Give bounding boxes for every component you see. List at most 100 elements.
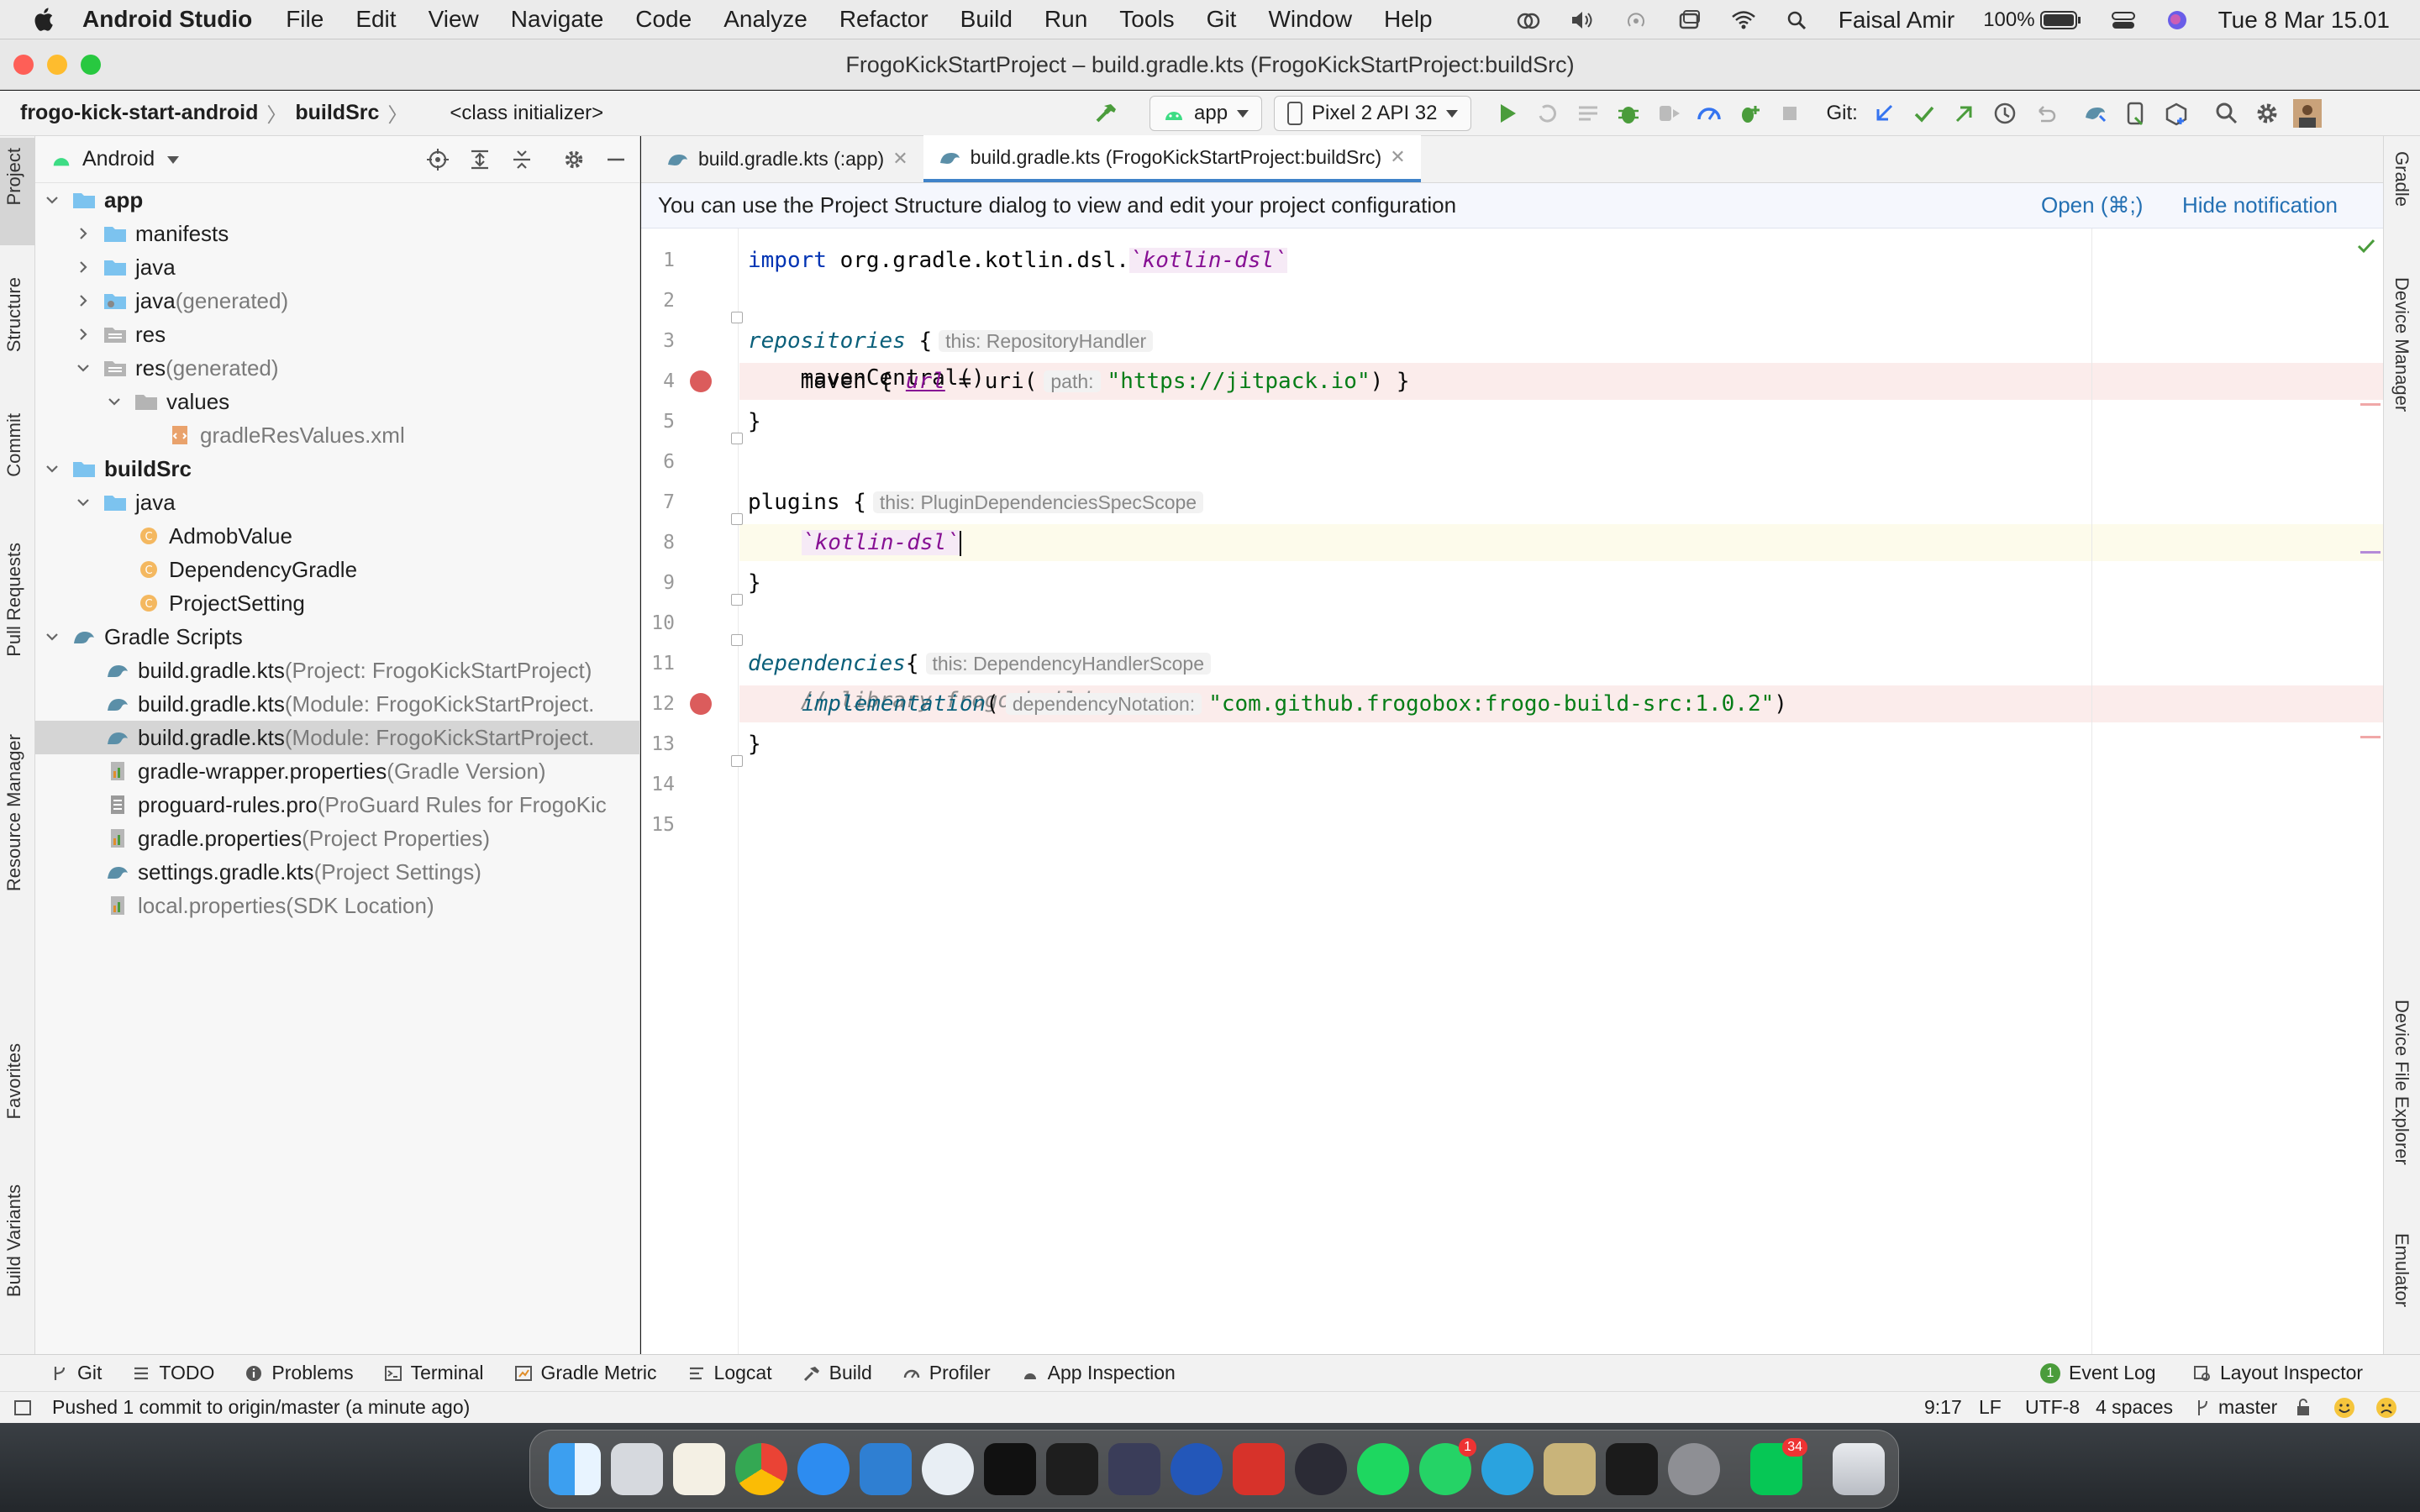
menu-tools[interactable]: Tools [1119,6,1174,33]
tree-item[interactable]: gradleResValues.xml [35,418,640,452]
tool-terminal[interactable]: Terminal [384,1362,484,1384]
wifi-icon[interactable] [1731,9,1756,31]
run-config-select[interactable]: app [1150,96,1263,131]
code-line-14[interactable]: implementation(dependencyNotation: "com.g… [802,685,1787,722]
vscode-icon[interactable] [860,1443,912,1495]
terminal-app-icon[interactable] [1606,1443,1658,1495]
attach-debugger-icon[interactable] [1655,99,1683,128]
history-icon[interactable] [1991,99,2019,128]
telegram-icon[interactable] [1481,1443,1534,1495]
tool-build[interactable]: Build [802,1362,872,1384]
launchpad-icon[interactable] [611,1443,663,1495]
tree-item[interactable]: res [35,318,640,351]
safari-icon[interactable] [797,1443,850,1495]
sad-face-icon[interactable] [2375,1396,2398,1420]
expand-all-icon[interactable] [468,148,492,171]
user-avatar[interactable] [2292,99,2322,128]
fold-marker-icon[interactable] [731,634,743,646]
tree-item[interactable]: C ProjectSetting [35,586,640,620]
happy-face-icon[interactable] [2333,1396,2356,1420]
system-preferences-icon[interactable] [1668,1443,1720,1495]
git-push-icon[interactable] [1950,99,1979,128]
settings-gear-icon[interactable] [2253,99,2281,128]
apple-icon[interactable] [30,5,59,34]
panel-toggle-icon[interactable] [13,1399,32,1417]
fold-marker-icon[interactable] [731,594,743,606]
run-icon[interactable] [1493,99,1522,128]
inspection-ok-icon[interactable] [2355,235,2377,257]
tree-item[interactable]: app [35,183,640,217]
code-line-1[interactable]: import org.gradle.kotlin.dsl.`kotlin-dsl… [748,242,1287,279]
menu-view[interactable]: View [429,6,479,33]
scrollbar-marker[interactable] [2360,551,2381,554]
siri-icon[interactable] [2165,9,2190,31]
tree-item[interactable]: build.gradle.kts (Module: FrogoKickStart… [35,721,640,754]
menu-navigate[interactable]: Navigate [511,6,604,33]
status-message[interactable]: Pushed 1 commit to origin/master (a minu… [52,1396,470,1419]
menu-build[interactable]: Build [960,6,1013,33]
tool-tab-device-manager[interactable]: Device Manager [2391,277,2412,412]
chevron-right-icon[interactable] [75,225,92,242]
chevron-down-icon[interactable] [44,460,60,477]
chevron-down-icon[interactable] [44,192,60,208]
hide-notification-link[interactable]: Hide notification [2182,192,2338,218]
battery-status[interactable]: 100% [1983,8,2081,32]
code-line-15[interactable]: } [748,726,761,763]
tool-tab-resource-manager[interactable]: Resource Manager [3,734,25,891]
lock-icon[interactable] [2294,1398,2314,1418]
minimize-window-button[interactable] [47,55,67,75]
git-update-icon[interactable] [1870,99,1898,128]
fold-marker-icon[interactable] [731,513,743,525]
breakpoint-icon[interactable] [690,693,712,715]
indent-setting[interactable]: 4 spaces [2096,1396,2173,1419]
close-tab-icon[interactable]: ✕ [1390,146,1405,168]
tool-tab-emulator[interactable]: Emulator [2391,1233,2412,1307]
chevron-down-icon[interactable] [75,360,92,376]
menu-analyze[interactable]: Analyze [723,6,808,33]
scrollbar-marker[interactable] [2360,736,2381,738]
tool-tab-pull-requests[interactable]: Pull Requests [3,543,25,657]
tree-item[interactable]: buildSrc [35,452,640,486]
file-encoding[interactable]: UTF-8 [2025,1396,2080,1419]
menu-edit[interactable]: Edit [355,6,396,33]
notes-icon[interactable] [673,1443,725,1495]
hide-panel-icon[interactable] [604,148,628,171]
spotlight-search-icon[interactable] [1785,9,1810,31]
breadcrumb-module[interactable]: buildSrc [295,101,379,125]
chevron-right-icon[interactable] [75,292,92,309]
tree-item[interactable]: Gradle Scripts [35,620,640,654]
tree-item[interactable]: manifests [35,217,640,250]
tree-item[interactable]: java [35,250,640,284]
chevron-right-icon[interactable] [75,259,92,276]
archive-utility-icon[interactable] [1544,1443,1596,1495]
tab-build-gradle-app[interactable]: build.gradle.kts (:app) ✕ [651,135,923,182]
tool-tab-device-file-explorer[interactable]: Device File Explorer [2391,1000,2412,1165]
menu-window[interactable]: Window [1268,6,1352,33]
tool-problems[interactable]: Problems [245,1362,354,1384]
control-center-icon[interactable] [2111,9,2136,31]
audio-app-icon[interactable] [1171,1443,1223,1495]
menu-refactor[interactable]: Refactor [839,6,929,33]
tool-app-inspection[interactable]: App Inspection [1021,1362,1176,1384]
tool-tab-favorites[interactable]: Favorites [3,1043,25,1119]
zoom-window-button[interactable] [81,55,101,75]
airdrop-icon[interactable] [1623,9,1649,31]
search-everywhere-icon[interactable] [2212,99,2241,128]
git-commit-icon[interactable] [1910,99,1939,128]
clock[interactable]: Tue 8 Mar 15.01 [2218,7,2390,34]
tree-item[interactable]: C DependencyGradle [35,553,640,586]
tree-item[interactable]: values [35,385,640,418]
tool-profiler[interactable]: Profiler [902,1362,991,1384]
tree-item[interactable]: settings.gradle.kts (Project Settings) [35,855,640,889]
apply-code-changes-icon[interactable] [1574,99,1602,128]
debug-icon[interactable] [1614,99,1643,128]
intellij-icon[interactable] [984,1443,1036,1495]
code-line-5[interactable]: maven { url = uri(path: "https://jitpack.… [748,363,1410,400]
tree-item[interactable]: java [35,486,640,519]
code-line-10[interactable]: } [748,564,761,601]
spotify-icon[interactable] [1357,1443,1409,1495]
code-line-12[interactable]: dependencies{this: DependencyHandlerScop… [748,645,1218,682]
open-project-structure-link[interactable]: Open (⌘;) [2041,192,2143,218]
chevron-down-icon[interactable] [106,393,123,410]
whatsapp-icon[interactable]: 1 [1419,1438,1476,1495]
